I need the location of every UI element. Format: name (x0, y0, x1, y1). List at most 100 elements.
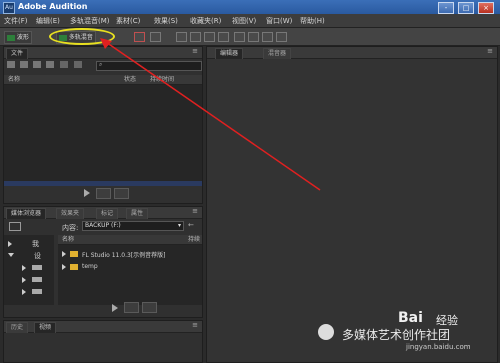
tab-markers[interactable]: 标记 (96, 208, 119, 219)
menu-edit[interactable]: 编辑(E) (36, 16, 60, 26)
spot-heal-icon[interactable] (276, 32, 287, 42)
move-tool-icon[interactable] (176, 32, 187, 42)
panel-menu-icon[interactable]: ≡ (192, 321, 198, 329)
autoplay-icon[interactable] (114, 188, 129, 199)
menu-file[interactable]: 文件(F) (4, 16, 28, 26)
editor-tabbar: 编辑器 混音器 ≡ (207, 47, 497, 59)
media-tabbar: 媒体浏览器 效果夹 标记 属性 ≡ (4, 207, 202, 219)
marquee-tool-icon[interactable] (234, 32, 245, 42)
files-tabbar: 文件 ≡ (4, 47, 202, 59)
folder-icon (70, 251, 78, 257)
drive-icon (32, 277, 42, 282)
history-panel: 历史 视频 ≡ (3, 320, 203, 363)
open-file-icon[interactable] (7, 61, 15, 68)
maximize-button[interactable]: □ (458, 2, 474, 14)
tree-item[interactable]: 设 (34, 251, 41, 261)
list-item[interactable]: temp (58, 262, 202, 272)
minimize-button[interactable]: - (438, 2, 454, 14)
tab-editor[interactable]: 编辑器 (215, 48, 244, 59)
list-item-label: temp (82, 263, 98, 270)
tab-mixer[interactable]: 混音器 (263, 48, 292, 59)
lasso-tool-icon[interactable] (248, 32, 259, 42)
drive-icon (32, 265, 42, 270)
expand-icon[interactable] (22, 277, 26, 283)
files-scrollbar[interactable] (4, 181, 202, 186)
watermark-url: jingyan.baidu.com (406, 343, 471, 351)
panel-menu-icon[interactable]: ≡ (487, 47, 493, 55)
back-arrow-icon[interactable]: ← (188, 221, 194, 229)
menu-effects[interactable]: 效果(S) (154, 16, 178, 26)
tab-history[interactable]: 历史 (6, 322, 29, 333)
loop-icon[interactable] (124, 302, 139, 313)
list-item[interactable]: FL Studio 11.0.3[示例音荐版] (58, 249, 202, 259)
drive-icon[interactable] (9, 222, 21, 231)
menu-bar: 文件(F) 编辑(E) 多轨混音(M) 素材(C) 效果(S) 收藏夹(R) 视… (0, 14, 500, 28)
highlight-circle (49, 28, 115, 45)
media-browser-panel: 媒体浏览器 效果夹 标记 属性 ≡ 内容: BACKUP (F:) ▾ ← 我 … (3, 206, 203, 318)
expand-icon[interactable] (62, 264, 66, 270)
files-column-header: 名称 状态 持续时间 (4, 75, 202, 85)
menu-multitrack[interactable]: 多轨混音(M) (70, 16, 110, 26)
location-value: BACKUP (F:) (85, 222, 121, 229)
app-icon: Au (3, 2, 15, 14)
location-select[interactable]: BACKUP (F:) ▾ (82, 221, 184, 231)
watermark-text: 多媒体艺术创作社团 (342, 328, 451, 342)
expand-icon[interactable] (8, 241, 12, 247)
menu-clip[interactable]: 素材(C) (116, 16, 140, 26)
slip-tool-icon[interactable] (204, 32, 215, 42)
expand-icon[interactable] (62, 251, 66, 257)
folder-icon (70, 264, 78, 270)
panel-menu-icon[interactable]: ≡ (192, 207, 198, 215)
watermark-brand: Bai (398, 310, 423, 326)
watermark-brand-suffix: 经验 (436, 314, 458, 327)
location-label: 内容: (62, 224, 79, 232)
delete-icon[interactable] (74, 61, 82, 68)
column-name[interactable]: 名称 (62, 235, 74, 244)
new-file-icon[interactable] (33, 61, 41, 68)
waveform-view-label: 波形 (16, 34, 29, 41)
import-file-icon[interactable] (20, 61, 28, 68)
column-name[interactable]: 名称 (8, 75, 20, 84)
collapse-icon[interactable] (8, 253, 14, 257)
wechat-icon (318, 324, 334, 340)
expand-icon[interactable] (22, 265, 26, 271)
column-duration[interactable]: 持续时间 (150, 75, 174, 84)
title-bar: Au Adobe Audition - □ × (0, 0, 500, 14)
play-icon[interactable] (112, 304, 118, 312)
watermark: 多媒体艺术创作社团 Bai 经验 jingyan.baidu.com (318, 310, 498, 360)
menu-favorites[interactable]: 收藏夹(R) (190, 16, 221, 26)
autoplay-icon[interactable] (142, 302, 157, 313)
menu-view[interactable]: 视图(V) (232, 16, 256, 26)
spectral-display-icon[interactable] (134, 32, 145, 42)
menu-window[interactable]: 窗口(W) (266, 16, 292, 26)
column-duration[interactable]: 持续 (188, 235, 200, 244)
column-status[interactable]: 状态 (124, 75, 136, 84)
tab-video[interactable]: 视频 (34, 322, 57, 333)
list-item-label: FL Studio 11.0.3[示例音荐版] (82, 252, 166, 259)
tab-effects-rack[interactable]: 效果夹 (56, 208, 85, 219)
waveform-view-button[interactable]: 波形 (4, 31, 32, 44)
menu-help[interactable]: 帮助(H) (300, 16, 325, 26)
loop-icon[interactable] (96, 188, 111, 199)
media-column-header: 名称 持续 (58, 235, 202, 245)
export-icon[interactable] (60, 61, 68, 68)
panel-menu-icon[interactable]: ≡ (192, 47, 198, 55)
files-search-input[interactable]: ⌕ (96, 61, 202, 71)
files-list[interactable] (4, 85, 202, 181)
close-button[interactable]: × (478, 2, 494, 14)
tree-item[interactable]: 我 (32, 239, 39, 249)
drive-icon (32, 289, 42, 294)
tab-properties[interactable]: 属性 (126, 208, 149, 219)
pitch-display-icon[interactable] (150, 32, 161, 42)
tab-media-browser[interactable]: 媒体浏览器 (6, 208, 47, 219)
play-icon[interactable] (84, 189, 90, 197)
tab-files[interactable]: 文件 (6, 48, 29, 59)
brush-tool-icon[interactable] (262, 32, 273, 42)
razor-tool-icon[interactable] (190, 32, 201, 42)
expand-icon[interactable] (22, 289, 26, 295)
history-tabbar: 历史 视频 ≡ (4, 321, 202, 333)
insert-icon[interactable] (46, 61, 54, 68)
time-selection-icon[interactable] (218, 32, 229, 42)
chevron-down-icon: ▾ (177, 222, 181, 229)
waveform-icon (7, 34, 15, 41)
